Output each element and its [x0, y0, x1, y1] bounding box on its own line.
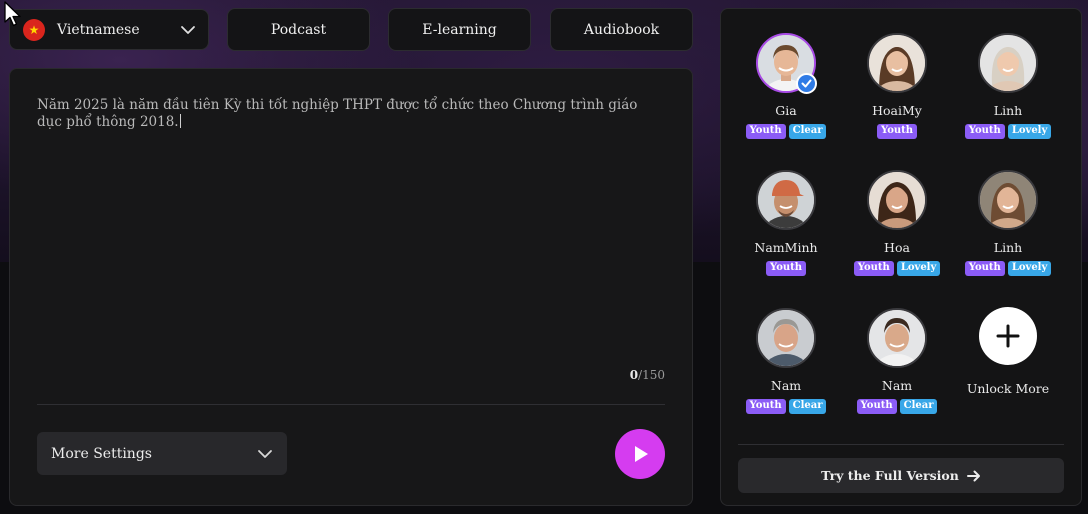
vietnam-flag-icon: ★ [23, 18, 45, 41]
avatar-nam-2 [867, 308, 927, 368]
plus-icon [996, 324, 1020, 348]
voice-card-linh[interactable]: Linh Youth Lovely [953, 33, 1063, 153]
play-button[interactable] [615, 429, 665, 479]
unlock-more-card[interactable]: Unlock More [953, 307, 1063, 427]
voice-card-gia[interactable]: Gia Youth Clear [731, 33, 841, 153]
tag-youth: Youth [876, 124, 918, 139]
tag-youth: Youth [964, 124, 1005, 139]
try-full-version-button[interactable]: Try the Full Version [738, 458, 1064, 493]
voice-card-linh-2[interactable]: Linh Youth Lovely [953, 170, 1063, 290]
mouse-cursor-icon [4, 1, 21, 27]
try-full-version-label: Try the Full Version [821, 468, 959, 483]
character-count: 0/150 [629, 368, 665, 382]
elearning-button[interactable]: E-learning [388, 8, 531, 51]
tag-youth: Youth [964, 261, 1005, 276]
voice-name: NamMinh [754, 240, 818, 255]
arrow-right-icon [966, 470, 980, 481]
voice-name: Hoa [884, 240, 910, 255]
unlock-more-label: Unlock More [966, 381, 1050, 396]
text-caret [179, 114, 181, 128]
voice-card-nam-2[interactable]: Nam Youth Clear [842, 308, 952, 428]
chevron-down-icon [258, 449, 272, 458]
tag-youth: Youth [853, 261, 894, 276]
more-settings-dropdown[interactable]: More Settings [37, 432, 287, 475]
divider [738, 444, 1064, 445]
voice-name: HoaiMy [872, 103, 922, 118]
podcast-button[interactable]: Podcast [227, 8, 370, 51]
tag-youth: Youth [856, 399, 897, 414]
tag-youth: Youth [765, 261, 807, 276]
tag-clear: Clear [788, 399, 827, 414]
voice-card-namminh[interactable]: NamMinh Youth [731, 170, 841, 290]
text-editor-panel: Năm 2025 là năm đầu tiên Kỳ thi tốt nghi… [9, 68, 693, 506]
avatar-nam [756, 308, 816, 368]
avatar-hoa [867, 170, 927, 230]
tag-youth: Youth [745, 124, 786, 139]
play-icon [635, 446, 648, 462]
voice-card-hoaimy[interactable]: HoaiMy Youth [842, 33, 952, 153]
language-select[interactable]: ★ Vietnamese [9, 9, 209, 50]
voice-name: Nam [770, 378, 802, 393]
voice-name: Nam [881, 378, 913, 393]
tag-lovely: Lovely [896, 261, 941, 276]
tag-clear: Clear [899, 399, 938, 414]
avatar-hoaimy [867, 33, 927, 93]
language-label: Vietnamese [57, 21, 140, 38]
voice-name: Linh [993, 240, 1023, 255]
avatar-linh-2 [978, 170, 1038, 230]
tag-clear: Clear [788, 124, 827, 139]
tag-lovely: Lovely [1007, 124, 1052, 139]
audiobook-button[interactable]: Audiobook [550, 8, 693, 51]
avatar-namminh [756, 170, 816, 230]
voice-name: Linh [993, 103, 1023, 118]
unlock-more-button[interactable] [979, 307, 1037, 365]
chevron-down-icon [181, 25, 195, 34]
voice-card-nam[interactable]: Nam Youth Clear [731, 308, 841, 428]
tag-youth: Youth [745, 399, 786, 414]
selected-check-icon [796, 73, 817, 94]
avatar-linh [978, 33, 1038, 93]
tag-lovely: Lovely [1007, 261, 1052, 276]
voice-selection-panel: Gia Youth Clear HoaiMy Youth Linh Youth … [720, 8, 1082, 506]
voice-card-hoa[interactable]: Hoa Youth Lovely [842, 170, 952, 290]
more-settings-label: More Settings [51, 445, 152, 462]
divider [37, 404, 665, 405]
text-input[interactable]: Năm 2025 là năm đầu tiên Kỳ thi tốt nghi… [37, 97, 657, 131]
voice-name: Gia [775, 103, 797, 118]
